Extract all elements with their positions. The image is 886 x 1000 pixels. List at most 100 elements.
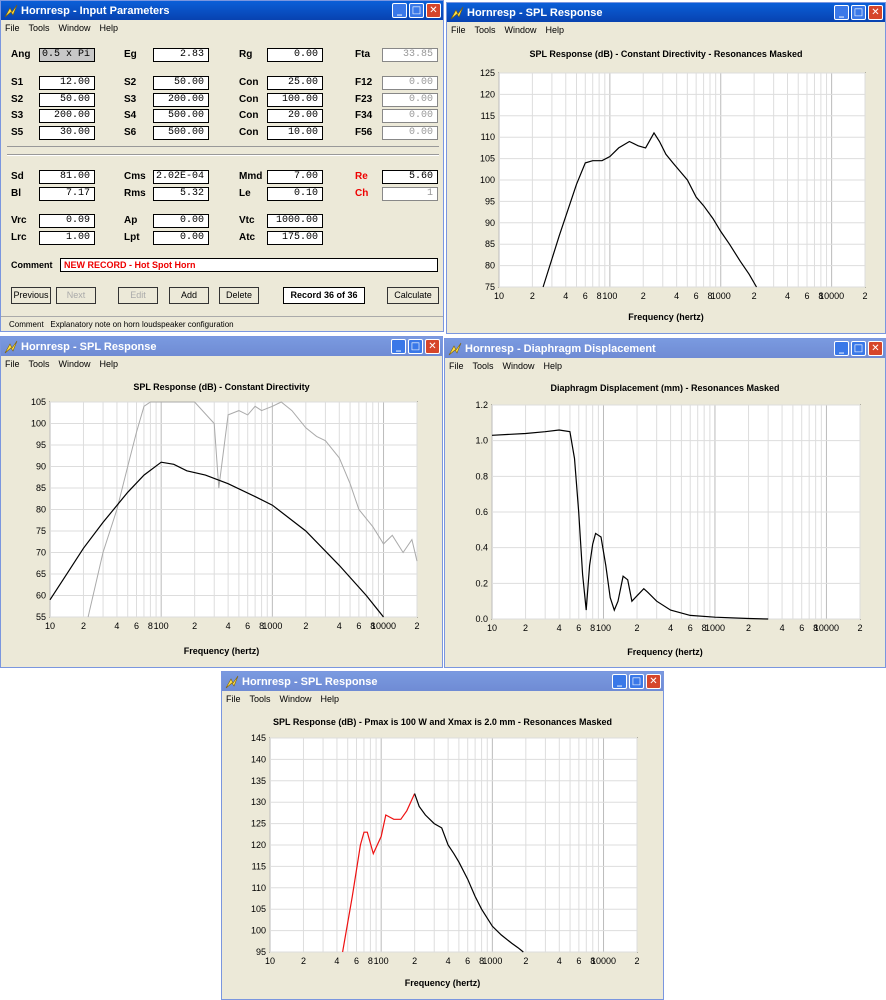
close-icon[interactable]: ✕ [868, 341, 883, 356]
minimize-icon[interactable]: _ [834, 341, 849, 356]
param-field-f12[interactable]: 0.00 [382, 76, 438, 90]
delete-button[interactable]: Delete [219, 287, 259, 304]
param-field-bl[interactable]: 7.17 [39, 186, 95, 201]
menu-help[interactable]: Help [546, 25, 565, 35]
menu-tools[interactable]: Tools [473, 361, 494, 371]
menu-help[interactable]: Help [544, 361, 563, 371]
param-field-mmd[interactable]: 7.00 [267, 170, 323, 184]
spl-window-3-titlebar[interactable]: Hornresp - SPL Response _ □ ✕ [222, 672, 663, 691]
x-tick-label: 1000 [705, 623, 725, 633]
edit-button[interactable]: Edit [118, 287, 158, 304]
close-icon[interactable]: ✕ [868, 5, 883, 20]
param-field-con[interactable]: 25.00 [267, 76, 323, 90]
menu-window[interactable]: Window [280, 694, 312, 704]
x-tick-label: 100 [596, 623, 611, 633]
param-field-s2[interactable]: 50.00 [39, 92, 95, 107]
next-button[interactable]: Next [56, 287, 96, 304]
param-field-s6[interactable]: 500.00 [153, 125, 209, 140]
param-field-s4[interactable]: 500.00 [153, 109, 209, 123]
param-field-lrc[interactable]: 1.00 [39, 230, 95, 245]
y-tick-label: 95 [485, 196, 495, 206]
param-field-eg[interactable]: 2.83 [153, 48, 209, 62]
param-label-ap: Ap [124, 215, 138, 226]
menu-help[interactable]: Help [100, 359, 119, 369]
close-icon[interactable]: ✕ [425, 339, 440, 354]
param-label-ang: Ang [11, 49, 31, 60]
param-field-s3[interactable]: 200.00 [153, 92, 209, 107]
menu-window[interactable]: Window [59, 359, 91, 369]
param-field-ang[interactable]: 0.5 x Pi [39, 48, 95, 62]
maximize-icon[interactable]: □ [408, 339, 423, 354]
divider [7, 154, 439, 156]
param-field-con[interactable]: 10.00 [267, 125, 323, 140]
param-field-vrc[interactable]: 0.09 [39, 214, 95, 228]
param-field-con[interactable]: 100.00 [267, 92, 323, 107]
menu-file[interactable]: File [5, 359, 20, 369]
y-tick-label: 120 [251, 840, 266, 850]
param-field-cms[interactable]: 2.02E-04 [153, 170, 209, 184]
calculate-button[interactable]: Calculate [387, 287, 439, 304]
spl-window-1-titlebar[interactable]: Hornresp - SPL Response _ □ ✕ [447, 3, 885, 22]
minimize-icon[interactable]: _ [392, 3, 407, 18]
minimize-icon[interactable]: _ [391, 339, 406, 354]
x-tick-label: 6 [354, 956, 359, 966]
menu-tools[interactable]: Tools [250, 694, 271, 704]
close-icon[interactable]: ✕ [646, 674, 661, 689]
y-tick-label: 145 [251, 733, 266, 743]
param-field-con[interactable]: 20.00 [267, 109, 323, 123]
maximize-icon[interactable]: □ [409, 3, 424, 18]
param-field-s3[interactable]: 200.00 [39, 109, 95, 123]
param-field-rms[interactable]: 5.32 [153, 186, 209, 201]
menu-tools[interactable]: Tools [29, 23, 50, 33]
close-icon[interactable]: ✕ [426, 3, 441, 18]
spl-window-2-title: Hornresp - SPL Response [21, 340, 157, 353]
param-field-f56[interactable]: 0.00 [382, 125, 438, 140]
input-window-titlebar[interactable]: Hornresp - Input Parameters _ □ ✕ [1, 1, 443, 20]
param-label-mmd: Mmd [239, 171, 263, 182]
minimize-icon[interactable]: _ [612, 674, 627, 689]
menu-window[interactable]: Window [503, 361, 535, 371]
maximize-icon[interactable]: □ [629, 674, 644, 689]
menu-file[interactable]: File [449, 361, 464, 371]
menu-file[interactable]: File [226, 694, 241, 704]
diaphragm-displacement-window: Hornresp - Diaphragm Displacement _ □ ✕ Fi… [444, 338, 886, 668]
param-field-f23[interactable]: 0.00 [382, 92, 438, 107]
menu-file[interactable]: File [451, 25, 466, 35]
maximize-icon[interactable]: □ [851, 5, 866, 20]
menu-help[interactable]: Help [100, 23, 119, 33]
param-field-s5[interactable]: 30.00 [39, 125, 95, 140]
menu-window[interactable]: Window [59, 23, 91, 33]
hornresp-app-icon [448, 342, 462, 356]
plot-title: SPL Response (dB) - Constant Directivity [133, 382, 310, 392]
param-field-s1[interactable]: 12.00 [39, 76, 95, 90]
comment-field[interactable]: NEW RECORD - Hot Spot Horn [60, 258, 438, 272]
y-tick-label: 125 [480, 68, 495, 78]
menu-tools[interactable]: Tools [29, 359, 50, 369]
param-field-f34[interactable]: 0.00 [382, 109, 438, 123]
menu-tools[interactable]: Tools [475, 25, 496, 35]
param-label-s2: S2 [11, 93, 24, 105]
param-field-atc[interactable]: 175.00 [267, 230, 323, 245]
param-field-rg[interactable]: 0.00 [267, 48, 323, 62]
param-field-le[interactable]: 0.10 [267, 186, 323, 201]
param-field-vtc[interactable]: 1000.00 [267, 214, 323, 228]
param-field-re[interactable]: 5.60 [382, 170, 438, 184]
menu-file[interactable]: File [5, 23, 20, 33]
param-field-ap[interactable]: 0.00 [153, 214, 209, 228]
param-field-ch[interactable]: 1 [382, 186, 438, 201]
x-tick-label: 2 [523, 623, 528, 633]
param-label-s1: S1 [11, 77, 24, 88]
displacement-window-titlebar[interactable]: Hornresp - Diaphragm Displacement _ □ ✕ [445, 339, 885, 358]
add-button[interactable]: Add [169, 287, 209, 304]
spl-window-2-titlebar[interactable]: Hornresp - SPL Response _ □ ✕ [1, 337, 442, 356]
param-field-lpt[interactable]: 0.00 [153, 230, 209, 245]
x-tick-label: 2 [641, 291, 646, 301]
maximize-icon[interactable]: □ [851, 341, 866, 356]
previous-button[interactable]: Previous [11, 287, 51, 304]
menu-help[interactable]: Help [321, 694, 340, 704]
menu-window[interactable]: Window [505, 25, 537, 35]
param-field-fta[interactable]: 33.85 [382, 48, 438, 62]
param-field-sd[interactable]: 81.00 [39, 170, 95, 184]
param-field-s2[interactable]: 50.00 [153, 76, 209, 90]
minimize-icon[interactable]: _ [834, 5, 849, 20]
